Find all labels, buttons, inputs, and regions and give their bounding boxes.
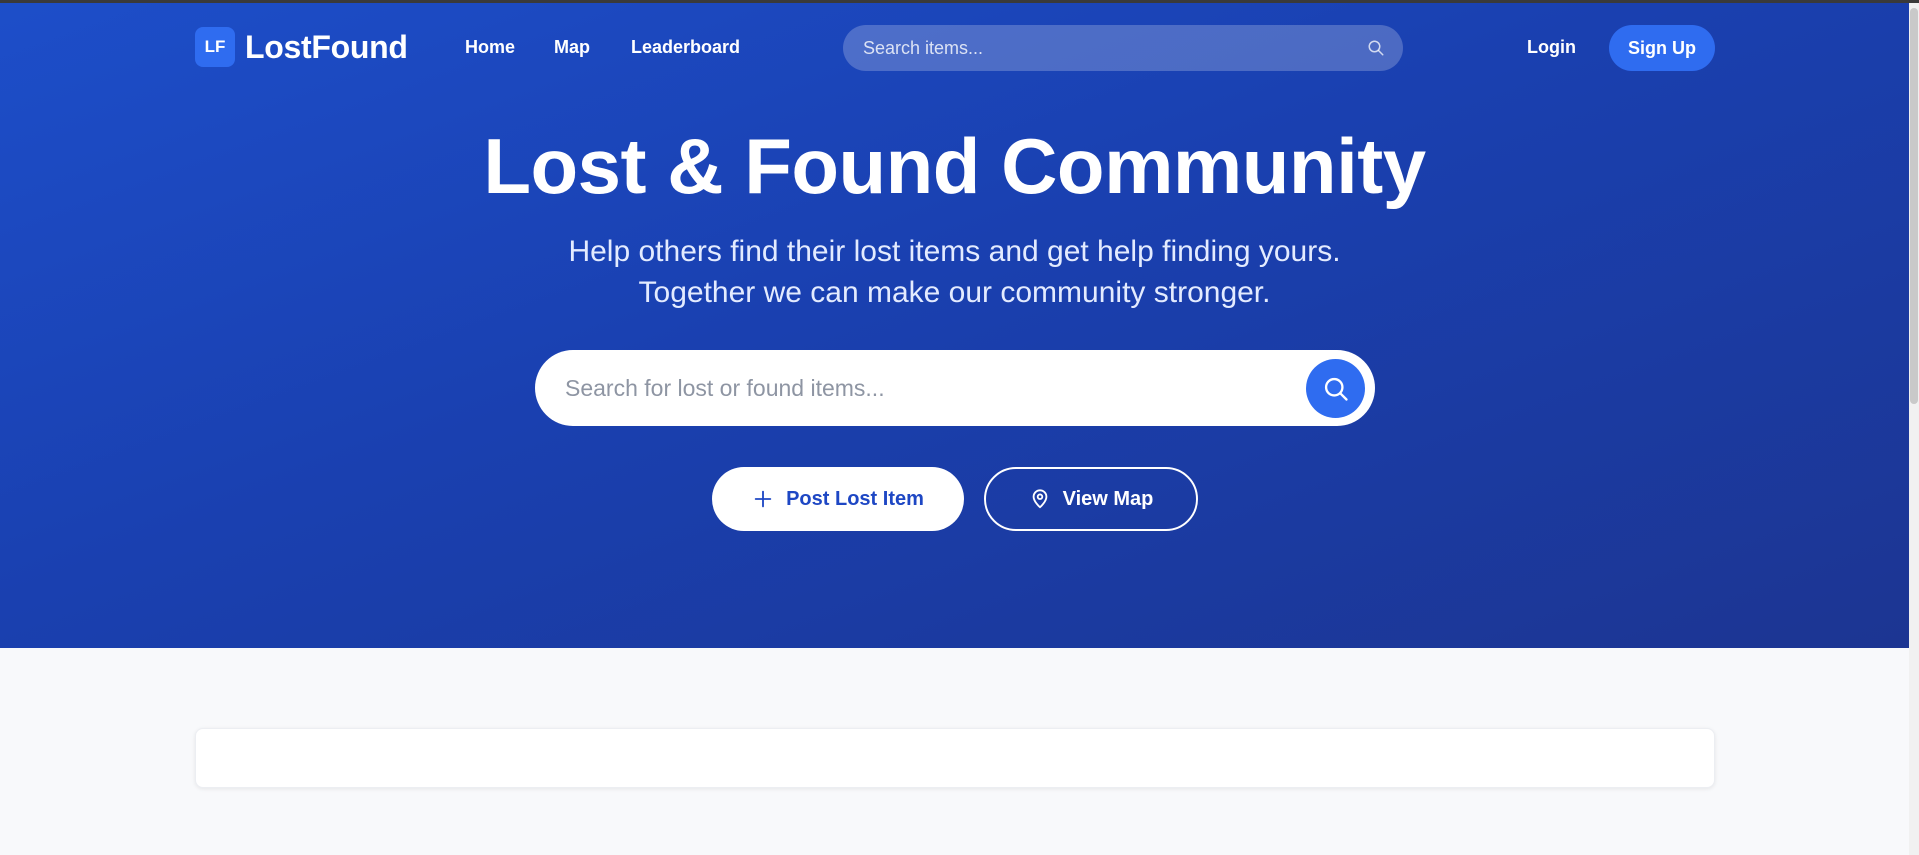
hero-subtitle-line-1: Help others find their lost items and ge… bbox=[568, 235, 1341, 268]
nav-search-input[interactable] bbox=[863, 37, 1343, 59]
post-lost-item-button[interactable]: Post Lost Item bbox=[712, 467, 964, 531]
hero-search-button[interactable] bbox=[1306, 359, 1365, 418]
page-scrollbar[interactable] bbox=[1909, 3, 1919, 855]
content-card bbox=[195, 728, 1715, 788]
hero-section: LF LostFound Home Map Leaderboard Login … bbox=[0, 3, 1909, 648]
hero-search-bar bbox=[535, 350, 1375, 426]
nav-link-map[interactable]: Map bbox=[554, 37, 590, 58]
hero-search-input[interactable] bbox=[565, 374, 1265, 402]
hero-title: Lost & Found Community bbox=[483, 122, 1426, 210]
login-link[interactable]: Login bbox=[1527, 37, 1576, 58]
plus-icon bbox=[754, 490, 772, 508]
nav-search-bar bbox=[843, 25, 1403, 71]
scrollbar-thumb[interactable] bbox=[1910, 8, 1918, 404]
nav-link-leaderboard[interactable]: Leaderboard bbox=[631, 37, 740, 58]
hero-subtitle: Help others find their lost items and ge… bbox=[0, 231, 1909, 313]
search-icon[interactable] bbox=[1367, 39, 1385, 57]
nav-link-home[interactable]: Home bbox=[465, 37, 515, 58]
view-map-label: View Map bbox=[1062, 487, 1154, 510]
post-lost-item-label: Post Lost Item bbox=[786, 487, 924, 510]
hero-subtitle-line-2: Together we can make our community stron… bbox=[638, 276, 1271, 309]
signup-button[interactable]: Sign Up bbox=[1609, 25, 1715, 71]
search-icon bbox=[1324, 377, 1348, 401]
top-navbar: LF LostFound Home Map Leaderboard Login … bbox=[195, 25, 1715, 71]
view-map-button[interactable]: View Map bbox=[984, 467, 1198, 531]
map-pin-icon bbox=[1032, 489, 1047, 509]
logo-badge[interactable]: LF bbox=[195, 27, 235, 67]
brand-name[interactable]: LostFound bbox=[245, 29, 408, 66]
